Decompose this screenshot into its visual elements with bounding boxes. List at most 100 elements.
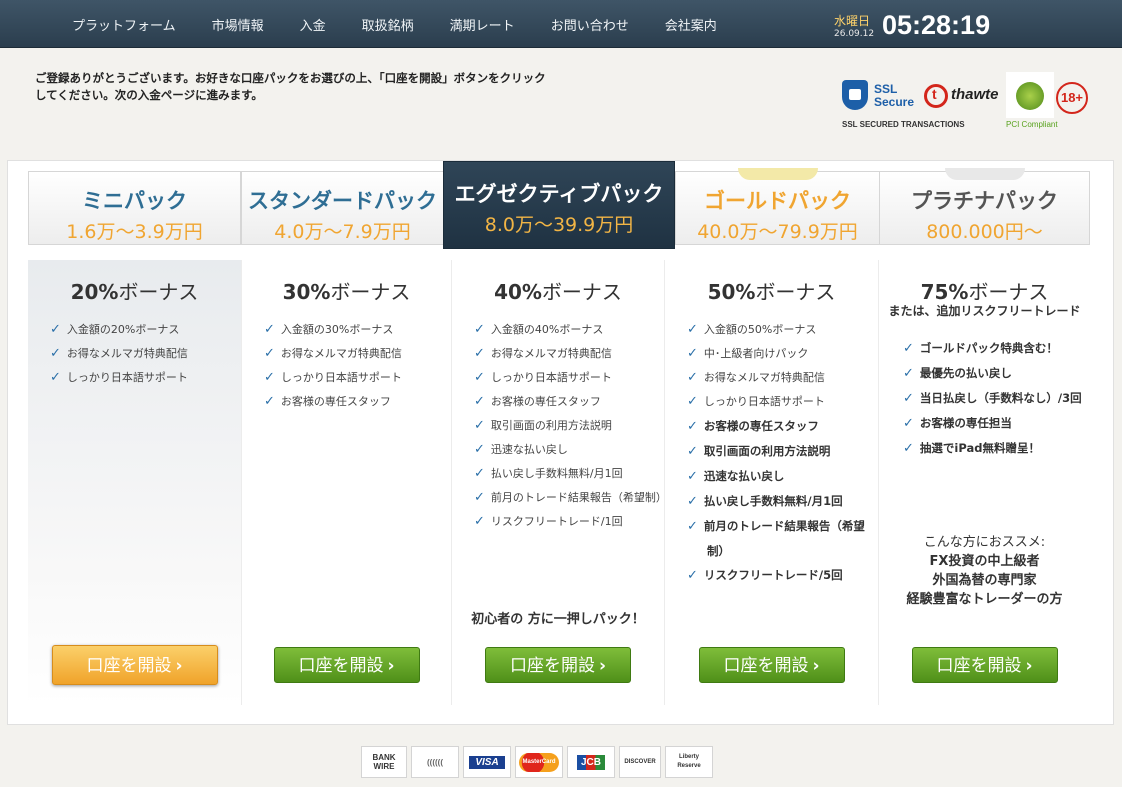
check-icon: ✓ [687,568,698,583]
check-icon: ✓ [474,346,485,361]
nav-item-instruments[interactable]: 取扱銘柄 [362,15,414,34]
check-icon: ✓ [903,391,914,406]
nav-item-platform[interactable]: プラットフォーム [72,15,176,34]
list-item: ✓ リスクフリートレード/1回 [474,514,623,529]
bonus-heading: 40%ボーナス [452,276,664,305]
list-item: ✓ 入金額の40%ボーナス [474,322,604,337]
list-item: ✓ しっかり日本語サポート [687,394,825,409]
list-item: ✓ 払い戻し手数料無料/月1回 [687,494,843,509]
bonus-subheading: または、追加リスクフリートレード [888,304,1081,318]
open-account-button-gold[interactable]: 口座を開設 › [698,647,845,683]
bonus-heading: 50%ボーナス [665,276,878,305]
tab-platinum[interactable]: プラチナパック 800.000円～ [879,168,1090,245]
intro-text: ご登録ありがとうございます。お好きな口座パックをお選びの上、「口座を開設」ボタン… [35,71,546,102]
feature-list: ✓ 入金額の50%ボーナス ✓ 中･上級者向けパック ✓ お得なメルマガ特典配信 ✓ し… [687,318,865,588]
check-icon: ✓ [474,418,485,433]
tab-executive[interactable]: エグゼクティブパック 8.0万～39.9万円 [443,161,675,249]
jcb-logo: JCB [567,746,615,778]
list-item: ✓ しっかり日本語サポート [50,370,188,385]
trust-badges: SSL Secure SSL SECURED TRANSACTIONS thaw… [840,72,1100,132]
chevron-right-icon: › [812,656,820,676]
nav-item-deposit[interactable]: 入金 [300,15,326,34]
clock-day: 水曜日 [834,14,871,28]
check-icon: ✓ [50,346,61,361]
pack-price: 1.6万～3.9万円 [66,221,203,243]
pack-price: 8.0万～39.9万円 [484,214,634,236]
chevron-right-icon: › [598,656,606,676]
ssl-caption: SSL SECURED TRANSACTIONS [842,120,965,129]
open-account-button-executive[interactable]: 口座を開設 › [485,647,631,683]
list-item: ✓ 最優先の払い戻し [903,366,1012,381]
pack-column-platinum: 75%ボーナス または、追加リスクフリートレード ✓ ゴールドパック特典含む！ ✓… [878,260,1090,705]
secure-text: Secure [874,95,915,109]
open-account-button-mini[interactable]: 口座を開設 › [51,645,218,685]
bonus-word: ボーナス [755,280,836,304]
list-item-continuation: 制） [707,544,730,558]
tab-gold[interactable]: ゴールドパック 40.0万～79.9万円 [675,168,880,245]
clock-date: 26.09.12 [834,29,875,39]
pack-column-executive: 40%ボーナス ✓ 入金額の40%ボーナス ✓ お得なメルマガ特典配信 ✓ しっかり日… [451,260,667,705]
check-icon: ✓ [264,346,275,361]
pack-price: 800.000円～ [926,221,1043,243]
list-item: ✓ ゴールドパック特典含む！ [903,341,1058,356]
pci-check-icon [1016,82,1044,110]
chevron-right-icon: › [175,656,183,676]
check-icon: ✓ [687,519,698,534]
check-icon: ✓ [687,494,698,509]
mastercard-logo: MasterCard [515,746,563,778]
nav-item-expiry-rate[interactable]: 満期レート [450,15,515,34]
visa-logo: VISA [463,746,511,778]
recommendation-line: 経験豊富なトレーダーの方 [906,592,1063,607]
check-icon: ✓ [903,341,914,356]
list-item: ✓ お得なメルマガ特典配信 [50,346,188,361]
feature-list: ✓ ゴールドパック特典含む！ ✓ 最優先の払い戻し ✓ 当日払戻し（手数料なし）/3回… [903,336,1082,461]
check-icon: ✓ [50,322,61,337]
clock-time: 05:28:19 [882,10,991,40]
check-icon: ✓ [474,442,485,457]
pack-column-gold: 50%ボーナス ✓ 入金額の50%ボーナス ✓ 中･上級者向けパック ✓ お得なメルマ… [664,260,878,705]
check-icon: ✓ [687,469,698,484]
tab-standard[interactable]: スタンダードパック 4.0万～7.9万円 [241,171,444,245]
payment-methods: BANK WIRE (((((( VISA MasterCard JCB DISC… [361,746,717,778]
bonus-word: ボーナス [118,280,199,304]
pack-name: スタンダードパック [248,189,437,213]
open-account-button-standard[interactable]: 口座を開設 › [273,647,420,683]
nav-item-contact[interactable]: お問い合わせ [551,15,629,34]
list-item: ✓ 中･上級者向けパック [687,346,809,361]
bonus-word: ボーナス [330,280,411,304]
check-icon: ✓ [474,322,485,337]
bonus-heading: 75%ボーナス [879,276,1090,305]
pack-tabs: ミニパック 1.6万～3.9万円 スタンダードパック 4.0万～7.9万円 エグ… [28,161,1090,249]
nav-item-company[interactable]: 会社案内 [665,15,717,34]
list-item: ✓ お客様の専任スタッフ [264,394,391,409]
bonus-word: ボーナス [541,280,622,304]
chevron-right-icon: › [387,656,395,676]
pack-name: ゴールドパック [704,189,851,213]
pci-badge [1006,72,1054,118]
list-item: ✓ お得なメルマガ特典配信 [264,346,402,361]
open-account-button-platinum[interactable]: 口座を開設 › [911,647,1058,683]
list-item: ✓ リスクフリートレード/5回 [687,568,843,583]
list-item: ✓ しっかり日本語サポート [264,370,402,385]
pack-price: 40.0万～79.9万円 [697,221,858,243]
nav-item-market-info[interactable]: 市場情報 [212,15,264,34]
thawte-wordmark: thawte [951,86,999,103]
recommendation-heading: こんな方におススメ: [923,535,1046,550]
list-item: ✓ お得なメルマガ特典配信 [474,346,612,361]
check-icon: ✓ [474,490,485,505]
pack-name: プラチナパック [911,189,1058,213]
check-icon: ✓ [687,322,698,337]
liberty-reserve-logo: Liberty Reserve [665,746,713,778]
check-icon: ✓ [474,466,485,481]
list-item: ✓ 入金額の50%ボーナス [687,322,817,337]
age-18-badge: 18+ [1056,82,1088,114]
list-item: ✓ お客様の専任担当 [903,416,1012,431]
list-item: ✓ 入金額の30%ボーナス [264,322,394,337]
tab-mini[interactable]: ミニパック 1.6万～3.9万円 [28,171,241,245]
bonus-percent: 30% [282,280,331,304]
pack-name: ミニパック [82,189,187,213]
bonus-percent: 50% [707,280,756,304]
check-icon: ✓ [474,514,485,529]
check-icon: ✓ [687,394,698,409]
feature-list: ✓ 入金額の40%ボーナス ✓ お得なメルマガ特典配信 ✓ しっかり日本語サポート ✓… [474,318,667,534]
